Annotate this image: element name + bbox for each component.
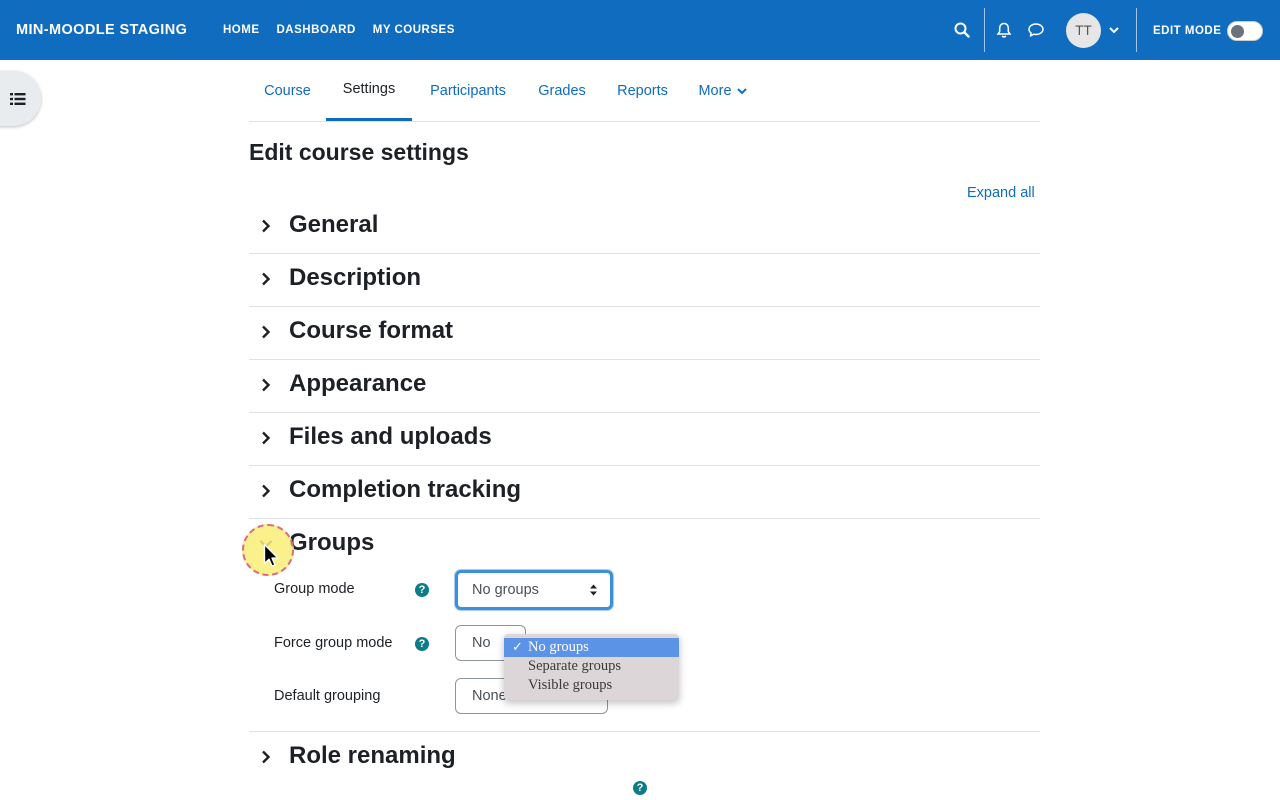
- sort-arrows-icon: [590, 584, 597, 596]
- chevron-down-icon: [736, 87, 747, 94]
- dropdown-option-visible-groups[interactable]: Visible groups: [504, 676, 679, 695]
- help-icon[interactable]: ?: [415, 637, 429, 651]
- dropdown-option-separate-groups[interactable]: Separate groups: [504, 657, 679, 676]
- mouse-pointer-icon: [263, 543, 279, 567]
- chevron-right-icon[interactable]: [259, 750, 273, 764]
- expand-all-link[interactable]: Expand all: [967, 185, 1035, 201]
- dropdown-option-label: Visible groups: [528, 677, 613, 693]
- section-course-format[interactable]: Course format: [249, 307, 1040, 360]
- tab-more-label: More: [698, 82, 732, 99]
- chevron-right-icon[interactable]: [259, 484, 273, 498]
- group-mode-select[interactable]: No groups: [455, 570, 613, 610]
- group-mode-value: No groups: [472, 582, 539, 598]
- site-brand[interactable]: MIN-MOODLE STAGING: [16, 22, 187, 38]
- section-general[interactable]: General: [249, 201, 1040, 254]
- section-description[interactable]: Description: [249, 254, 1040, 307]
- tab-participants[interactable]: Participants: [412, 60, 524, 121]
- section-files-and-uploads[interactable]: Files and uploads: [249, 413, 1040, 466]
- list-icon: [9, 92, 25, 105]
- section-title[interactable]: Role renaming: [289, 742, 456, 770]
- section-completion-tracking[interactable]: Completion tracking: [249, 466, 1040, 519]
- navbar-divider: [984, 8, 985, 52]
- chevron-right-icon[interactable]: [259, 431, 273, 445]
- help-icon[interactable]: ?: [415, 583, 429, 597]
- edit-mode-toggle[interactable]: [1227, 21, 1263, 41]
- section-title[interactable]: Course format: [289, 317, 453, 345]
- section-title[interactable]: Appearance: [289, 370, 426, 398]
- tab-course[interactable]: Course: [249, 60, 326, 121]
- primary-nav: HOME DASHBOARD MY COURSES: [223, 24, 455, 36]
- chat-icon[interactable]: [1024, 18, 1048, 42]
- section-title[interactable]: Groups: [289, 529, 374, 557]
- secondary-nav: Course Settings Participants Grades Repo…: [249, 60, 1040, 122]
- toggle-knob: [1231, 25, 1244, 38]
- nav-my-courses[interactable]: MY COURSES: [373, 24, 455, 36]
- help-icon[interactable]: ?: [633, 781, 647, 795]
- group-mode-dropdown: ✓ No groups Separate groups Visible grou…: [504, 634, 679, 700]
- section-title[interactable]: General: [289, 211, 378, 239]
- chevron-right-icon[interactable]: [259, 219, 273, 233]
- default-grouping-label: Default grouping: [274, 688, 381, 704]
- section-title[interactable]: Completion tracking: [289, 476, 521, 504]
- chevron-right-icon[interactable]: [259, 378, 273, 392]
- edit-mode-label: EDIT MODE: [1153, 25, 1222, 37]
- course-index-toggle[interactable]: [0, 71, 41, 126]
- dropdown-option-no-groups[interactable]: ✓ No groups: [504, 638, 679, 657]
- bell-icon[interactable]: [992, 18, 1016, 42]
- tab-settings[interactable]: Settings: [326, 60, 412, 121]
- check-icon: ✓: [512, 639, 523, 654]
- navbar-divider: [1136, 8, 1137, 52]
- section-role-renaming[interactable]: Role renaming: [249, 732, 1040, 785]
- page-title: Edit course settings: [249, 139, 469, 165]
- tab-grades[interactable]: Grades: [524, 60, 600, 121]
- chevron-down-icon[interactable]: [1107, 23, 1121, 37]
- tab-more[interactable]: More: [685, 60, 761, 121]
- search-icon[interactable]: [950, 18, 974, 42]
- chevron-right-icon[interactable]: [259, 325, 273, 339]
- avatar[interactable]: TT: [1066, 13, 1101, 48]
- nav-dashboard[interactable]: DASHBOARD: [277, 24, 356, 36]
- force-group-mode-value: No: [472, 635, 491, 651]
- section-title[interactable]: Files and uploads: [289, 423, 492, 451]
- group-mode-label: Group mode: [274, 581, 355, 597]
- nav-home[interactable]: HOME: [223, 24, 260, 36]
- tab-reports[interactable]: Reports: [600, 60, 685, 121]
- default-grouping-value: None: [472, 688, 507, 704]
- section-title[interactable]: Description: [289, 264, 421, 292]
- top-navbar: MIN-MOODLE STAGING HOME DASHBOARD MY COU…: [0, 0, 1280, 60]
- dropdown-option-label: No groups: [528, 639, 589, 655]
- chevron-right-icon[interactable]: [259, 272, 273, 286]
- force-group-mode-label: Force group mode: [274, 635, 393, 651]
- section-appearance[interactable]: Appearance: [249, 360, 1040, 413]
- dropdown-option-label: Separate groups: [528, 658, 622, 674]
